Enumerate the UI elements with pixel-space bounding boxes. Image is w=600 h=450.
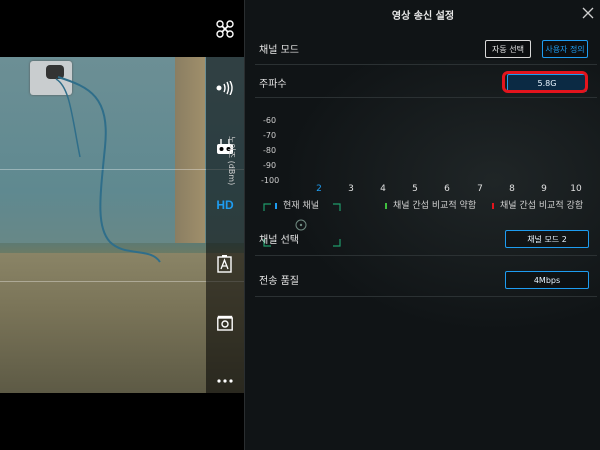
x-tick[interactable]: 10 (569, 184, 583, 194)
channel-select-row: 채널 선택 채널 모드 2 (245, 226, 600, 250)
hd-button[interactable]: HD (206, 190, 244, 220)
close-icon[interactable] (581, 6, 595, 20)
x-tick[interactable]: 2 (312, 184, 326, 194)
channel-select-label: 채널 선택 (259, 235, 299, 246)
camera-settings-button[interactable] (206, 308, 244, 338)
letterbox-top (0, 0, 206, 57)
y-tick: -100 (261, 176, 280, 185)
x-tick[interactable]: 4 (376, 184, 390, 194)
channel-mode-row: 채널 모드 자동 선택 사용자 정의 (245, 36, 600, 60)
frequency-label: 주파수 (259, 79, 287, 90)
legend-swatch (492, 202, 494, 209)
letterbox-bottom (0, 393, 244, 450)
divider (255, 255, 597, 256)
aircraft-button[interactable] (206, 14, 244, 44)
hd-label: HD (216, 198, 234, 212)
legend-weak-interference: 채널 간섭 비교적 약함 (385, 198, 476, 211)
legend-strong-interference: 채널 간섭 비교적 강함 (492, 198, 583, 211)
y-tick: -80 (263, 146, 277, 155)
side-toolbar: HD (206, 0, 244, 393)
signal-button[interactable] (206, 73, 244, 103)
transmission-quality-row: 전송 품질 4Mbps (245, 267, 600, 291)
y-tick: -70 (263, 131, 277, 140)
transmission-quality-label: 전송 품질 (259, 276, 299, 287)
x-tick[interactable]: 5 (408, 184, 422, 194)
x-tick[interactable]: 3 (344, 184, 358, 194)
battery-button[interactable] (206, 249, 244, 279)
x-tick[interactable]: 9 (537, 184, 551, 194)
divider (255, 97, 597, 98)
x-tick[interactable]: 8 (505, 184, 519, 194)
signal-icon (216, 81, 233, 95)
noise-chart: 노이즈 (dBm) -60 -70 -80 -90 -100 2 3 4 5 6… (227, 100, 600, 220)
y-tick: -60 (263, 116, 277, 125)
legend-label: 채널 간섭 비교적 약함 (393, 201, 477, 211)
channel-mode-label: 채널 모드 (259, 45, 299, 56)
settings-panel: 영상 송신 설정 채널 모드 자동 선택 사용자 정의 주파수 5.8G 노이즈… (227, 0, 600, 450)
divider (255, 64, 597, 65)
camera-icon (217, 315, 233, 331)
more-button[interactable] (206, 366, 244, 396)
more-icon (217, 379, 233, 383)
legend-label: 채널 간섭 비교적 강함 (500, 201, 584, 211)
battery-icon (217, 255, 232, 273)
panel-title: 영상 송신 설정 (391, 11, 455, 22)
app-window: HD 영상 송신 설정 채널 모드 자동 선택 사용자 정의 주파수 5.8G … (0, 0, 600, 450)
x-tick[interactable]: 7 (473, 184, 487, 194)
channel-select-button[interactable]: 채널 모드 2 (505, 230, 589, 248)
y-axis-label: 노이즈 (dBm) (227, 136, 236, 186)
frequency-highlight (502, 71, 588, 93)
transmission-quality-button[interactable]: 4Mbps (505, 271, 589, 289)
x-tick[interactable]: 6 (440, 184, 454, 194)
divider (255, 296, 597, 297)
auto-select-button[interactable]: 자동 선택 (485, 40, 531, 58)
y-tick: -90 (263, 161, 277, 170)
legend-swatch (385, 202, 387, 209)
remote-controller-button[interactable] (206, 132, 244, 162)
custom-mode-button[interactable]: 사용자 정의 (542, 40, 588, 58)
drone-icon (216, 20, 234, 38)
